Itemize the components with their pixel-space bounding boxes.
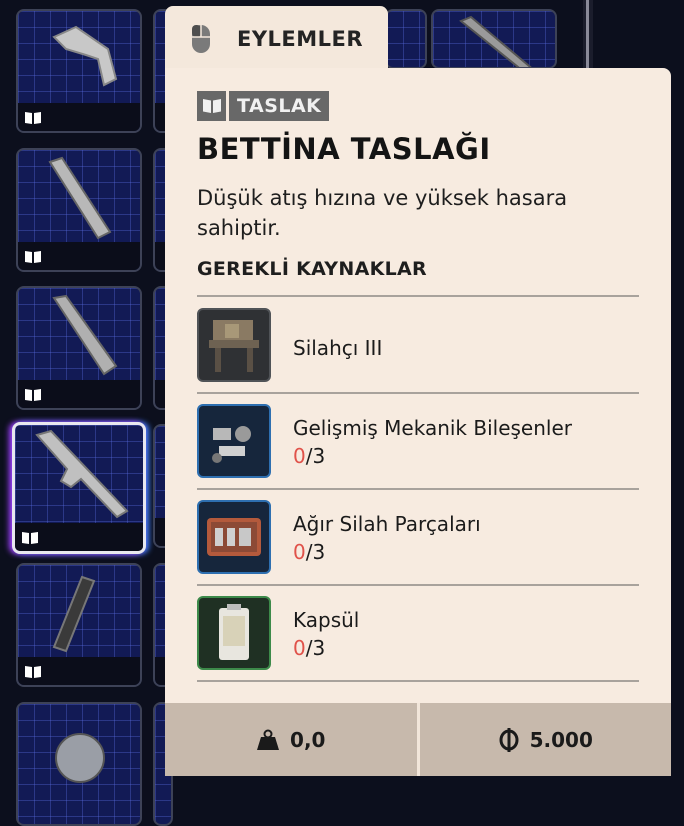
divider — [197, 488, 639, 490]
inventory-slot[interactable] — [16, 286, 142, 410]
requirements-heading: GEREKLİ KAYNAKLAR — [197, 258, 427, 280]
book-icon — [22, 532, 38, 544]
item-stats-bar: 0,0 5.000 — [165, 703, 671, 776]
divider — [197, 392, 639, 394]
item-type-tag: TASLAK — [197, 91, 330, 121]
blueprint-item-icon — [35, 429, 129, 519]
book-icon — [25, 389, 41, 401]
item-type-label: TASLAK — [229, 91, 330, 121]
divider — [197, 295, 639, 297]
requirement-row[interactable]: Kapsül 0/3 — [197, 596, 639, 690]
inventory-slot[interactable] — [16, 9, 142, 133]
actions-tab-label: EYLEMLER — [237, 27, 364, 51]
inventory-slot[interactable] — [385, 9, 427, 69]
blueprint-item-icon — [52, 575, 96, 653]
book-icon — [25, 112, 41, 124]
inventory-slot-selected[interactable] — [12, 422, 146, 554]
weight-icon — [257, 729, 280, 750]
blueprint-item-icon — [52, 25, 118, 87]
requirement-row[interactable]: Silahçı III — [197, 308, 639, 402]
weight-stat: 0,0 — [165, 703, 417, 776]
inventory-slot[interactable] — [431, 9, 557, 69]
book-icon — [25, 251, 41, 263]
blueprint-item-icon — [459, 15, 532, 67]
weight-value: 0,0 — [290, 727, 326, 752]
item-description: Düşük atış hızına ve yüksek hasara sahip… — [197, 186, 568, 240]
inventory-slot[interactable] — [16, 148, 142, 272]
currency-icon — [499, 727, 519, 752]
blueprint-item-icon — [52, 294, 118, 376]
capsule-icon — [197, 596, 271, 670]
inventory-slot[interactable] — [16, 702, 142, 826]
divider — [197, 584, 639, 586]
item-title: BETTİNA TASLAĞI — [197, 132, 491, 166]
divider — [197, 680, 639, 682]
blueprint-item-icon — [48, 156, 112, 240]
requirement-count: 0/3 — [293, 636, 326, 660]
requirement-count: 0/3 — [293, 540, 326, 564]
price-stat: 5.000 — [420, 703, 672, 776]
book-icon — [25, 666, 41, 678]
requirement-count: 0/3 — [293, 444, 326, 468]
heavy-weapon-parts-icon — [197, 500, 271, 574]
requirement-name: Ağır Silah Parçaları — [293, 512, 481, 536]
mouse-icon — [192, 25, 210, 53]
requirement-name: Silahçı III — [293, 336, 383, 360]
actions-tab[interactable]: EYLEMLER — [165, 6, 388, 72]
inventory-slot[interactable] — [16, 563, 142, 687]
book-icon — [202, 99, 221, 113]
requirement-row[interactable]: Gelişmiş Mekanik Bileşenler 0/3 — [197, 404, 639, 498]
blueprint-item-icon — [55, 733, 105, 783]
workbench-icon — [197, 308, 271, 382]
requirement-name: Gelişmiş Mekanik Bileşenler — [293, 416, 572, 440]
item-tooltip-panel: TASLAK BETTİNA TASLAĞI Düşük atış hızına… — [165, 68, 671, 776]
mechanical-components-icon — [197, 404, 271, 478]
requirement-name: Kapsül — [293, 608, 360, 632]
price-value: 5.000 — [529, 727, 593, 752]
requirement-row[interactable]: Ağır Silah Parçaları 0/3 — [197, 500, 639, 594]
